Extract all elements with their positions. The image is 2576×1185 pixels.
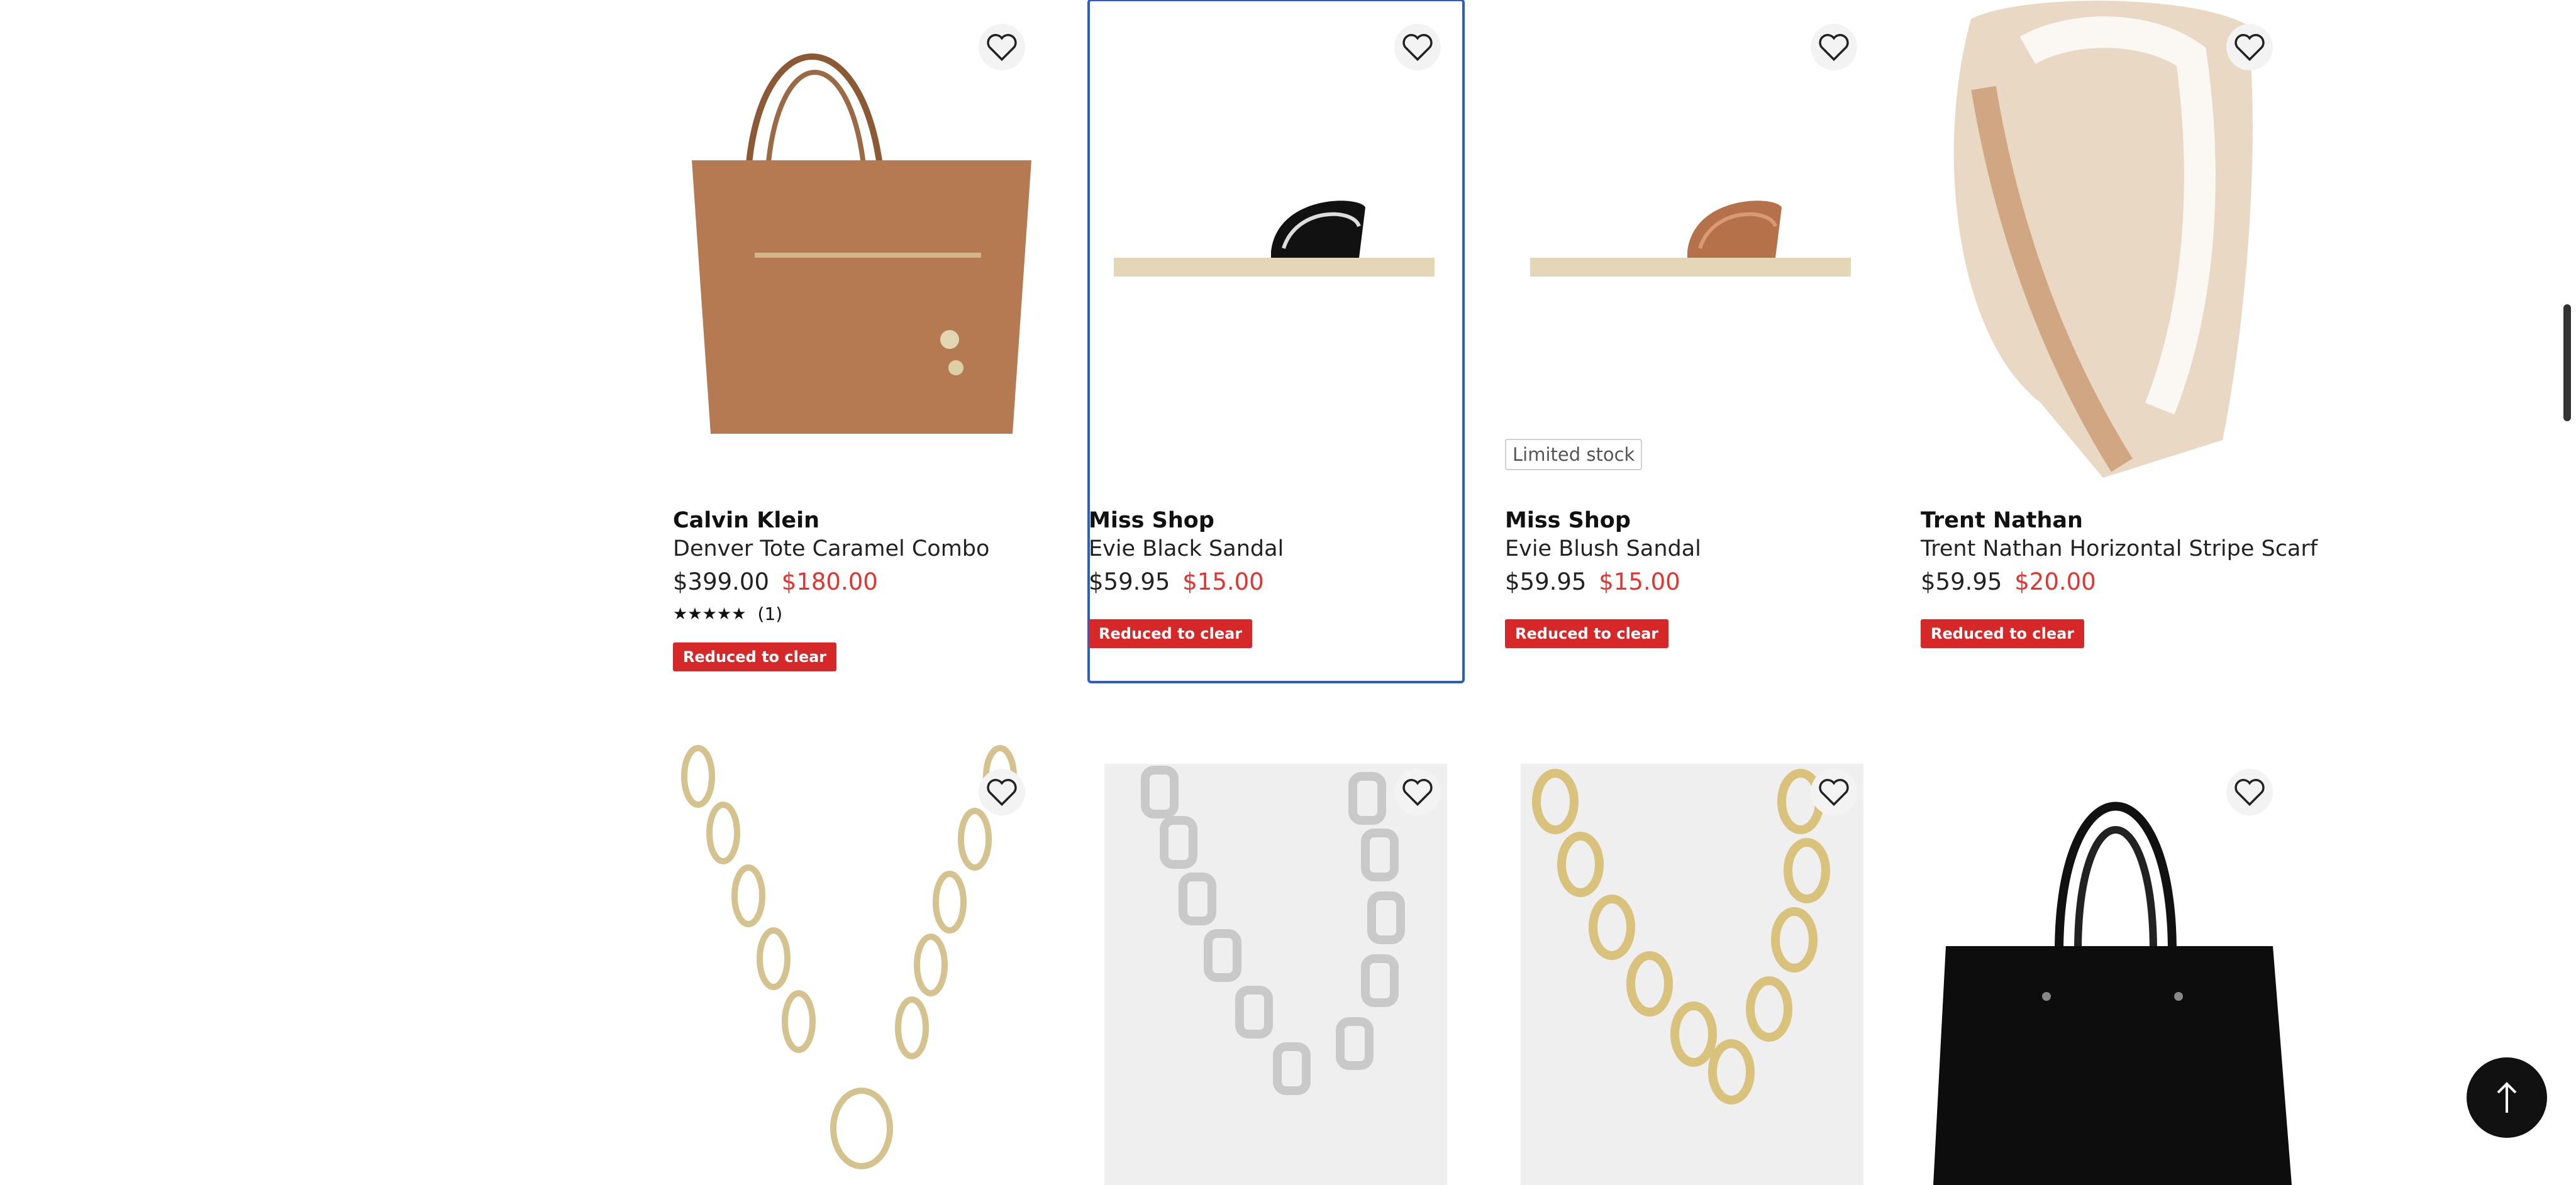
product-card[interactable]: Calvin Klein Denver Tote Caramel Combo $… — [673, 0, 1048, 682]
original-price: $399.00 — [673, 568, 770, 595]
heart-icon — [987, 779, 1017, 807]
product-price: $59.95 $15.00 — [1505, 568, 1680, 595]
product-image[interactable] — [1089, 0, 1463, 478]
heart-icon — [2235, 779, 2265, 807]
product-image[interactable] — [673, 0, 1048, 478]
product-price: $399.00 $180.00 — [673, 568, 878, 595]
product-brand: Miss Shop — [1089, 508, 1214, 533]
product-card[interactable] — [1089, 745, 1463, 1185]
wishlist-button[interactable] — [1394, 24, 1441, 70]
sale-price: $180.00 — [781, 568, 878, 595]
wishlist-button[interactable] — [2226, 769, 2273, 815]
heart-icon — [987, 34, 1017, 62]
product-card[interactable]: Trent Nathan Trent Nathan Horizontal Str… — [1921, 0, 2318, 682]
heart-icon — [1402, 34, 1433, 62]
product-image[interactable] — [1921, 0, 2296, 478]
wishlist-button[interactable] — [1394, 769, 1441, 815]
review-count: (1) — [757, 604, 783, 624]
clearance-badge: Reduced to clear — [1505, 619, 1669, 648]
clearance-badge: Reduced to clear — [1921, 619, 2085, 648]
product-name[interactable]: Denver Tote Caramel Combo — [673, 536, 989, 561]
original-price: $59.95 — [1921, 568, 2002, 595]
product-card[interactable] — [1921, 745, 2296, 1185]
back-to-top-button[interactable] — [2467, 1057, 2547, 1138]
limited-stock-badge: Limited stock — [1505, 439, 1643, 470]
product-card[interactable] — [673, 745, 1048, 1185]
heart-icon — [1819, 34, 1849, 62]
heart-icon — [1402, 779, 1433, 807]
wishlist-button[interactable] — [1811, 24, 1857, 70]
sale-price: $15.00 — [1182, 568, 1264, 595]
star-rating: ★★★★★ — [673, 604, 747, 624]
product-name[interactable]: Trent Nathan Horizontal Stripe Scarf — [1921, 536, 2318, 561]
product-card[interactable]: Miss Shop Evie Black Sandal $59.95 $15.0… — [1087, 0, 1465, 683]
wishlist-button[interactable] — [2226, 24, 2273, 70]
product-image[interactable] — [1505, 0, 1880, 478]
wishlist-button[interactable] — [979, 769, 1025, 815]
arrow-up-icon — [2497, 1082, 2517, 1113]
heart-icon — [2235, 34, 2265, 62]
product-card[interactable] — [1505, 745, 1880, 1185]
product-card[interactable]: Limited stock Miss Shop Evie Blush Sanda… — [1505, 0, 1880, 682]
product-brand: Miss Shop — [1505, 508, 1631, 533]
product-brand: Trent Nathan — [1921, 508, 2083, 533]
sale-price: $15.00 — [1599, 568, 1680, 595]
product-name[interactable]: Evie Blush Sandal — [1505, 536, 1701, 561]
original-price: $59.95 — [1089, 568, 1170, 595]
heart-icon — [1819, 779, 1849, 807]
clearance-badge: Reduced to clear — [673, 642, 837, 671]
wishlist-button[interactable] — [1811, 769, 1857, 815]
clearance-badge: Reduced to clear — [1089, 619, 1253, 648]
product-name[interactable]: Evie Black Sandal — [1089, 536, 1284, 561]
page-scrollbar[interactable] — [2563, 304, 2571, 421]
product-rating: ★★★★★ (1) — [673, 604, 782, 624]
product-price: $59.95 $20.00 — [1921, 568, 2096, 595]
product-price: $59.95 $15.00 — [1089, 568, 1264, 595]
original-price: $59.95 — [1505, 568, 1587, 595]
sale-price: $20.00 — [2014, 568, 2096, 595]
wishlist-button[interactable] — [979, 24, 1025, 70]
product-brand: Calvin Klein — [673, 508, 819, 533]
